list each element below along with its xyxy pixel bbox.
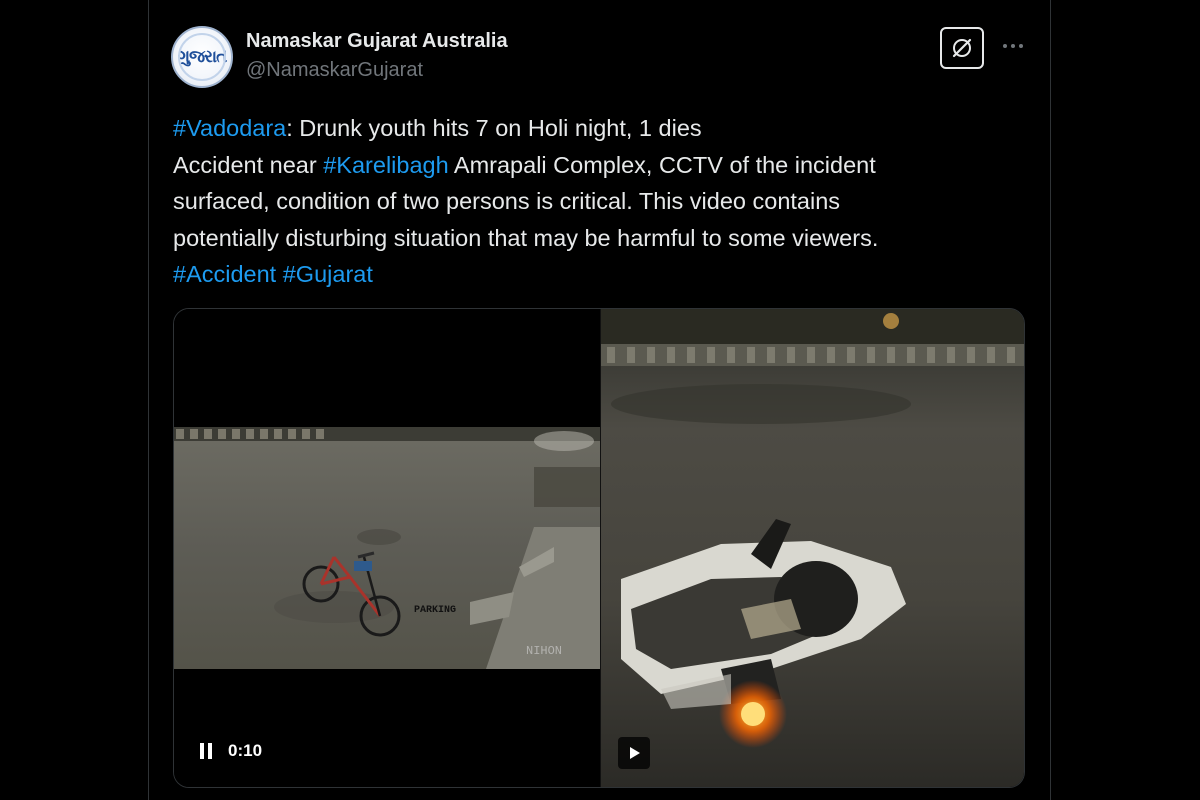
avatar[interactable]: ગુજરાત xyxy=(171,26,233,88)
display-name[interactable]: Namaskar Gujarat Australia xyxy=(246,30,508,53)
hashtag-link[interactable]: #Karelibagh xyxy=(323,152,448,178)
scooter-crash-image xyxy=(601,309,1024,787)
tweet-text-line: #Vadodara: Drunk youth hits 7 on Holi ni… xyxy=(173,110,1033,147)
video-timestamp: 0:10 xyxy=(228,741,263,760)
grok-icon xyxy=(952,38,972,58)
more-options-icon[interactable] xyxy=(1001,32,1025,60)
timeline-border-right xyxy=(1050,0,1051,800)
tweet-text: #Vadodara: Drunk youth hits 7 on Holi ni… xyxy=(173,110,1033,293)
hashtag-link[interactable]: #Accident xyxy=(173,261,276,287)
video-right[interactable] xyxy=(601,309,1024,787)
pause-icon[interactable] xyxy=(200,743,214,759)
tweet-text-segment: surfaced, condition of two persons is cr… xyxy=(173,188,841,214)
tweet-text-line: Accident near #Karelibagh Amrapali Compl… xyxy=(173,147,1033,184)
tweet-text-segment: Amrapali Complex, CCTV of the incident xyxy=(448,151,876,178)
grok-button[interactable] xyxy=(940,27,984,69)
hashtag-link[interactable]: #Vadodara xyxy=(173,115,286,141)
tweet[interactable]: ગુજરાત Namaskar Gujarat Australia @Namas… xyxy=(149,0,1050,800)
parking-sign-text: PARKING xyxy=(414,605,457,616)
tweet-text-segment: Accident near xyxy=(173,151,324,178)
tweet-text-line: surfaced, condition of two persons is cr… xyxy=(173,183,1033,220)
hashtag-link[interactable]: #Gujarat xyxy=(283,261,373,287)
tweet-text-line: potentially disturbing situation that ma… xyxy=(173,220,1033,257)
tweet-text-line: #Accident #Gujarat xyxy=(173,256,1033,293)
tweet-text-segment: : Drunk youth hits 7 on Holi night, 1 di… xyxy=(286,115,702,141)
tweet-text-segment: potentially disturbing situation that ma… xyxy=(173,224,879,251)
cctv-watermark: NIHON xyxy=(526,644,563,658)
video-controls[interactable]: 0:10 xyxy=(200,741,262,761)
avatar-ring xyxy=(178,33,226,81)
media-grid[interactable]: PARKING NIHON 0:10 xyxy=(173,308,1025,788)
cctv-frame-image xyxy=(174,427,600,669)
play-icon xyxy=(630,747,640,759)
user-handle[interactable]: @NamaskarGujarat xyxy=(246,59,423,82)
video-left[interactable]: PARKING NIHON 0:10 xyxy=(174,309,600,787)
play-button[interactable] xyxy=(618,737,650,769)
